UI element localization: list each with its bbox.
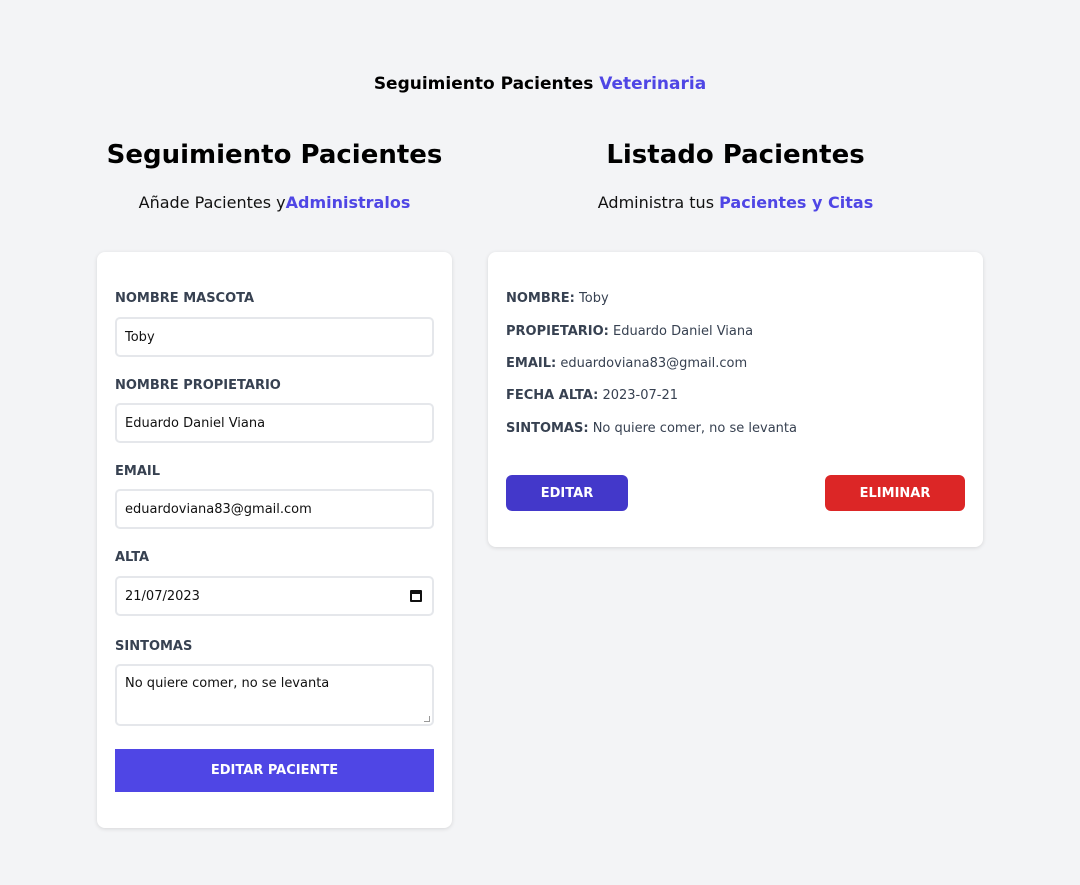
- mascota-label: Nombre Mascota: [115, 291, 255, 306]
- app-title: Seguimiento Pacientes Veterinaria: [0, 74, 1080, 94]
- propietario-input[interactable]: Eduardo Daniel Viana: [115, 403, 434, 443]
- resize-grip-icon[interactable]: [424, 716, 430, 722]
- patient-propietario-label: Propietario:: [506, 324, 609, 339]
- patient-card: Nombre: Toby Propietario: Eduardo Daniel…: [488, 252, 983, 547]
- mascota-input[interactable]: Toby: [115, 317, 434, 357]
- patient-form: Nombre Mascota Toby Nombre Propietario E…: [97, 252, 452, 828]
- patient-nombre-value: Toby: [579, 291, 609, 306]
- patient-propietario-value: Eduardo Daniel Viana: [613, 324, 754, 339]
- sintomas-label: Sintomas: [115, 639, 193, 654]
- form-subtitle: Añade Pacientes yAdministralos: [97, 193, 452, 212]
- edit-button[interactable]: Editar: [506, 475, 628, 511]
- patient-fecha-label: Fecha Alta:: [506, 388, 599, 403]
- list-heading: Listado Pacientes: [606, 140, 865, 170]
- delete-button[interactable]: Eliminar: [825, 475, 965, 511]
- form-subtitle-accent: Administralos: [285, 193, 411, 212]
- alta-date-input[interactable]: 21/07/2023: [115, 576, 434, 616]
- propietario-value: Eduardo Daniel Viana: [125, 415, 266, 431]
- patient-email: Email: eduardoviana83@gmail.com: [506, 356, 747, 371]
- alta-value: 21/07/2023: [125, 588, 200, 604]
- email-input[interactable]: eduardoviana83@gmail.com: [115, 489, 434, 529]
- app-title-main: Seguimiento Pacientes: [373, 74, 594, 94]
- patient-nombre-label: Nombre:: [506, 291, 575, 306]
- patient-fecha-value: 2023-07-21: [602, 388, 679, 403]
- propietario-label: Nombre Propietario: [115, 378, 281, 393]
- patient-sintomas-value: No quiere comer, no se levanta: [592, 421, 797, 436]
- patient-propietario: Propietario: Eduardo Daniel Viana: [506, 324, 753, 339]
- email-label: Email: [115, 464, 160, 479]
- form-heading: Seguimiento Pacientes: [106, 140, 443, 170]
- patient-nombre: Nombre: Toby: [506, 291, 609, 306]
- patient-email-label: Email:: [506, 356, 557, 371]
- list-subtitle-accent: Pacientes y Citas: [719, 193, 874, 212]
- alta-label: Alta: [115, 550, 150, 565]
- app-title-accent: Veterinaria: [599, 74, 707, 94]
- email-value: eduardoviana83@gmail.com: [125, 501, 312, 517]
- calendar-icon[interactable]: [410, 590, 422, 602]
- patient-sintomas: Sintomas: No quiere comer, no se levanta: [506, 421, 797, 436]
- form-subtitle-prefix: Añade Pacientes y: [138, 193, 286, 212]
- patient-sintomas-label: Sintomas:: [506, 421, 589, 436]
- edit-patient-submit-button[interactable]: Editar Paciente: [115, 749, 434, 792]
- list-subtitle: Administra tus Pacientes y Citas: [488, 193, 983, 212]
- mascota-value: Toby: [125, 329, 155, 345]
- sintomas-textarea[interactable]: No quiere comer, no se levanta: [115, 664, 434, 726]
- patient-fecha: Fecha Alta: 2023-07-21: [506, 388, 678, 403]
- list-subtitle-prefix: Administra tus: [597, 193, 715, 212]
- sintomas-value: No quiere comer, no se levanta: [125, 676, 330, 691]
- patient-email-value: eduardoviana83@gmail.com: [560, 356, 748, 371]
